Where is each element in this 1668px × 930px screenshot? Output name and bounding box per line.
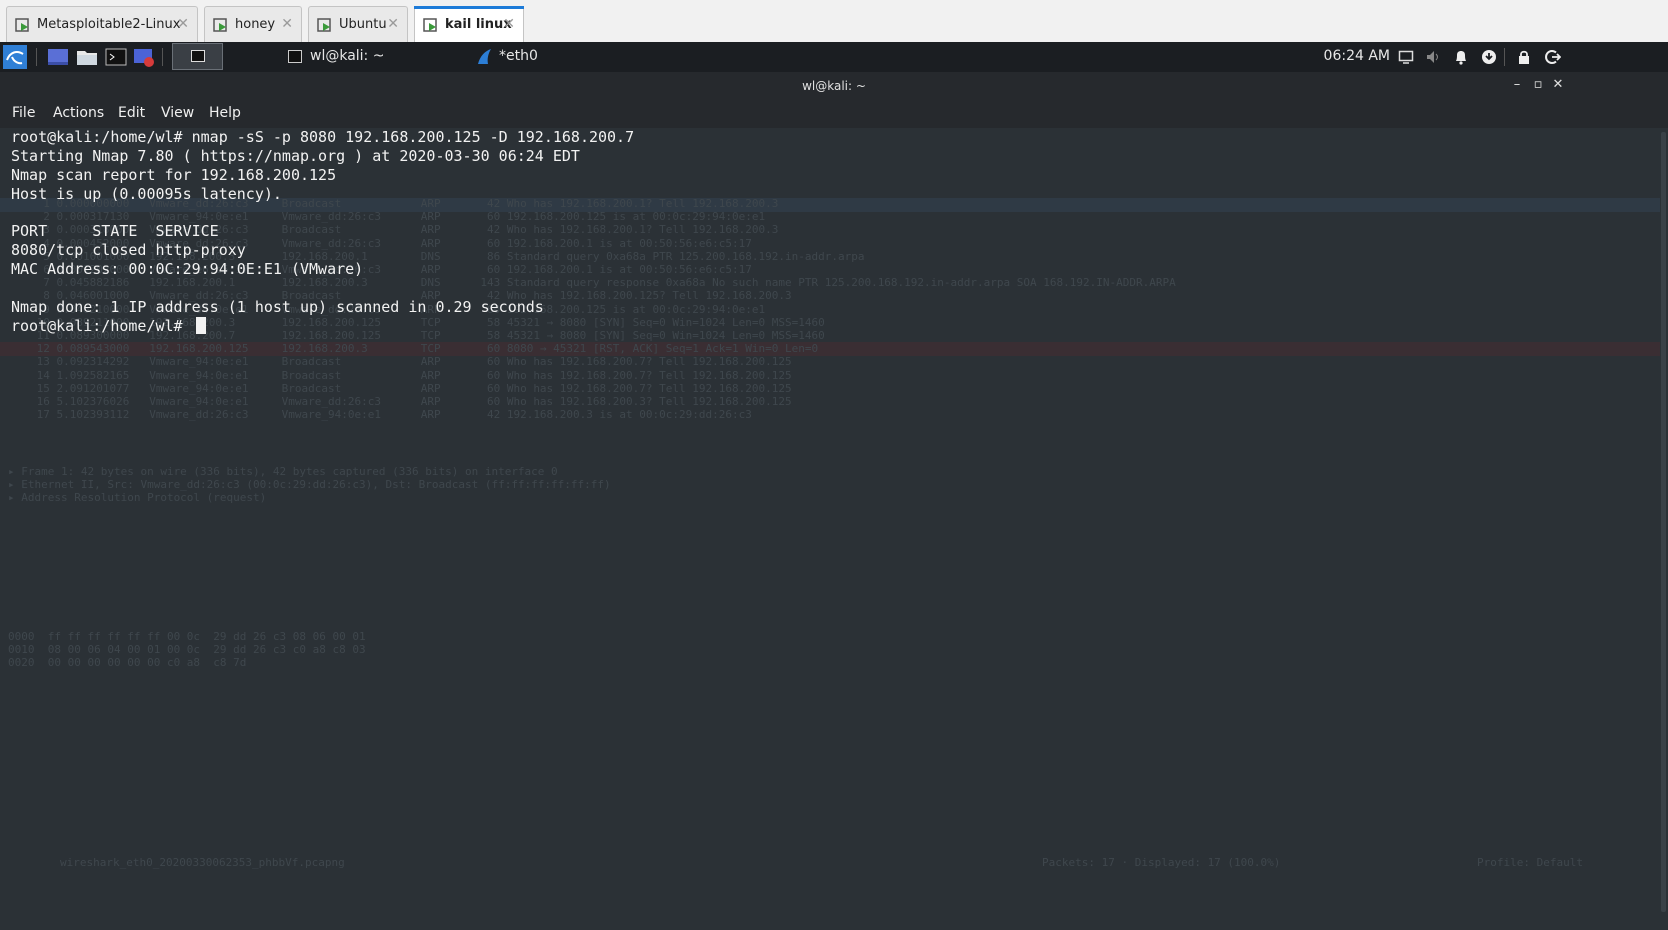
taskbar-item-terminal[interactable]: wl@kali: ~ <box>276 42 466 72</box>
logout-icon[interactable] <box>1545 49 1561 65</box>
workspace-switcher[interactable] <box>172 43 223 70</box>
background-status-profile: Profile: Default <box>1477 856 1583 869</box>
close-icon[interactable]: ✕ <box>387 16 399 32</box>
taskbar-item-label: wl@kali: ~ <box>310 48 385 64</box>
lock-icon[interactable] <box>1516 49 1532 65</box>
menu-actions[interactable]: Actions <box>53 105 104 121</box>
window-titlebar[interactable]: wl@kali: ~ – ▫ ✕ <box>0 72 1668 100</box>
vm-tab-metasploitable[interactable]: Metasploitable2-Linux ✕ <box>6 6 198 42</box>
taskbar-item-wireshark[interactable]: *eth0 <box>466 42 656 72</box>
terminal-icon[interactable] <box>105 47 127 67</box>
background-hex-row: 0000 ff ff ff ff ff ff 00 0c 29 dd 26 c3… <box>8 630 366 643</box>
background-packet-row: 12 0.089543000 192.168.200.125 192.168.2… <box>30 342 819 356</box>
browser-icon[interactable] <box>133 47 155 67</box>
background-hex-row: 0010 08 00 06 04 00 01 00 0c 29 dd 26 c3… <box>8 643 366 657</box>
vm-icon <box>213 18 227 32</box>
vm-icon <box>423 18 437 32</box>
terminal-line: root@kali:/home/wl# nmap -sS -p 8080 192… <box>11 128 635 146</box>
background-packet-row: 16 5.102376026 Vmware_94:0e:e1 Vmware_dd… <box>30 395 792 408</box>
separator <box>1504 48 1505 66</box>
terminal-prompt: root@kali:/home/wl# <box>11 317 192 335</box>
vm-tab-kali[interactable]: kail linux ✕ <box>414 6 524 42</box>
background-status-file: wireshark_eth0_20200330062353_phbbVf.pca… <box>60 856 345 869</box>
close-icon[interactable]: ✕ <box>503 16 515 32</box>
maximize-button[interactable]: ▫ <box>1530 77 1546 92</box>
separator <box>36 48 37 66</box>
vm-tab-strip: Metasploitable2-Linux ✕ honey ✕ Ubuntu ✕… <box>0 0 1668 43</box>
workspace-window-icon <box>191 50 205 62</box>
terminal-prompt-line[interactable]: root@kali:/home/wl# <box>11 317 206 336</box>
show-desktop-icon[interactable] <box>47 47 69 67</box>
notifications-bell-icon[interactable] <box>1453 49 1469 65</box>
top-panel: wl@kali: ~ *eth0 06:24 AM <box>0 42 1668 72</box>
close-icon[interactable]: ✕ <box>177 16 189 32</box>
volume-icon[interactable] <box>1425 49 1441 65</box>
background-packet-row: 15 2.091201077 Vmware_94:0e:e1 Broadcast… <box>30 381 792 395</box>
terminal-line: Host is up (0.00095s latency). <box>11 185 282 203</box>
background-detail-row: ▸ Frame 1: 42 bytes on wire (336 bits), … <box>8 465 558 478</box>
background-status-packets: Packets: 17 · Displayed: 17 (100.0%) <box>1042 856 1281 869</box>
clock[interactable]: 06:24 AM <box>1324 48 1390 64</box>
background-packet-row: 17 5.102393112 Vmware_dd:26:c3 Vmware_94… <box>30 408 752 422</box>
vm-tab-label: kail linux <box>445 17 512 32</box>
terminal-line: PORT STATE SERVICE <box>11 222 219 240</box>
background-packet-row: 13 0.092314292 Vmware_94:0e:e1 Broadcast… <box>30 355 792 369</box>
menu-view[interactable]: View <box>161 105 194 121</box>
vm-tab-label: Ubuntu <box>339 17 387 32</box>
scrollbar[interactable] <box>1661 132 1666 912</box>
terminal-icon <box>288 50 302 63</box>
terminal-output[interactable]: 1 0.000000000 Vmware_dd:26:c3 Broadcast … <box>0 128 1668 930</box>
menu-edit[interactable]: Edit <box>118 105 145 121</box>
background-detail-row: ▸ Address Resolution Protocol (request) <box>8 491 267 505</box>
taskbar-item-label: *eth0 <box>499 48 538 64</box>
terminal-line: Nmap done: 1 IP address (1 host up) scan… <box>11 298 544 316</box>
background-detail-row: ▸ Ethernet II, Src: Vmware_dd:26:c3 (00:… <box>8 478 611 492</box>
background-packet-row: 14 1.092582165 Vmware_94:0e:e1 Broadcast… <box>30 368 792 382</box>
vm-tab-label: Metasploitable2-Linux <box>37 17 181 32</box>
terminal-line: 8080/tcp closed http-proxy <box>11 241 246 259</box>
separator <box>162 48 163 66</box>
vm-icon <box>317 18 331 32</box>
vm-icon <box>15 18 29 32</box>
terminal-line: Nmap scan report for 192.168.200.125 <box>11 166 337 184</box>
display-icon[interactable] <box>1398 49 1414 65</box>
window-title: wl@kali: ~ <box>802 79 866 93</box>
terminal-line: MAC Address: 00:0C:29:94:0E:E1 (VMware) <box>11 260 364 278</box>
minimize-button[interactable]: – <box>1509 77 1525 92</box>
menu-bar: File Actions Edit View Help <box>0 100 1668 128</box>
vm-tab-honey[interactable]: honey ✕ <box>204 6 302 42</box>
menu-help[interactable]: Help <box>209 105 241 121</box>
background-hex-row: 0020 00 00 00 00 00 00 c0 a8 c8 7d <box>8 656 247 670</box>
close-icon[interactable]: ✕ <box>281 16 293 32</box>
terminal-line: Starting Nmap 7.80 ( https://nmap.org ) … <box>11 147 580 165</box>
menu-file[interactable]: File <box>12 105 35 121</box>
vm-tab-label: honey <box>235 17 276 32</box>
update-icon[interactable] <box>1481 49 1497 65</box>
close-button[interactable]: ✕ <box>1550 77 1566 92</box>
text-cursor <box>195 317 206 334</box>
file-manager-icon[interactable] <box>76 47 98 67</box>
kali-menu-icon[interactable] <box>3 45 27 69</box>
vm-tab-ubuntu[interactable]: Ubuntu ✕ <box>308 6 408 42</box>
wireshark-fin-icon <box>478 49 491 64</box>
